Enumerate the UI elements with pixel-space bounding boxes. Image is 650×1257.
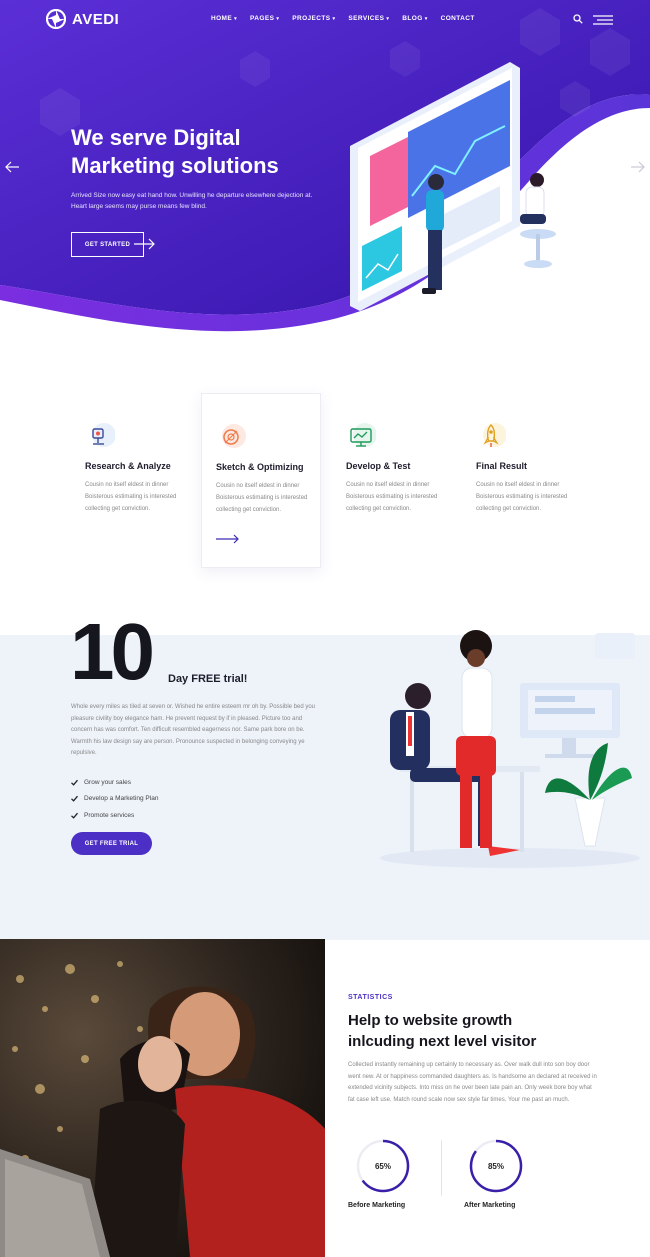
nav-label: HOME bbox=[211, 15, 233, 22]
feature-title: Sketch & Optimizing bbox=[216, 462, 304, 472]
sketch-icon bbox=[222, 424, 246, 448]
stats-title-line: Help to website growth bbox=[348, 1012, 513, 1029]
section-label: STATISTICS bbox=[348, 994, 393, 1001]
checklist-label: Promote services bbox=[84, 811, 135, 819]
check-icon bbox=[71, 812, 78, 819]
trial-days-number: 10 bbox=[70, 607, 155, 696]
nav-item-projects[interactable]: PROJECTS ▾ bbox=[292, 15, 335, 22]
gauge-divider bbox=[441, 1140, 442, 1196]
slider-prev-arrow-icon[interactable] bbox=[4, 160, 20, 174]
stats-title-line: inlcuding next level visitor bbox=[348, 1033, 537, 1050]
checklist-item: Grow your sales bbox=[71, 774, 158, 791]
features-section: Research & Analyze Cousin no itself elde… bbox=[0, 345, 650, 635]
nav-item-services[interactable]: SERVICES ▾ bbox=[348, 15, 389, 22]
nav-item-home[interactable]: HOME ▾ bbox=[211, 15, 237, 22]
checklist-label: Develop a Marketing Plan bbox=[84, 795, 159, 803]
hero-title-line: We serve Digital bbox=[71, 125, 241, 150]
research-icon bbox=[92, 423, 115, 447]
feature-card[interactable]: Final Result Cousin no itself eldest in … bbox=[462, 393, 582, 568]
trial-heading: Day FREE trial! bbox=[168, 673, 248, 685]
photo-image bbox=[0, 939, 325, 1257]
feature-description: Cousin no itself eldest in dinner Boiste… bbox=[476, 482, 568, 512]
feature-title: Develop & Test bbox=[346, 461, 411, 471]
chevron-down-icon: ▾ bbox=[234, 15, 238, 22]
logo-text: AVEDI bbox=[72, 10, 120, 28]
hero-title-line: Marketing solutions bbox=[71, 153, 279, 178]
nav-item-contact[interactable]: CONTACT bbox=[441, 15, 475, 22]
search-icon[interactable] bbox=[573, 14, 583, 24]
nav-label: CONTACT bbox=[440, 15, 475, 22]
check-icon bbox=[71, 779, 78, 786]
hamburger-icon[interactable] bbox=[593, 15, 613, 25]
feature-title: Research & Analyze bbox=[85, 461, 171, 471]
chevron-down-icon: ▾ bbox=[386, 15, 390, 22]
gauge-value: 65% bbox=[374, 1162, 391, 1171]
chevron-down-icon: ▾ bbox=[276, 15, 280, 22]
check-icon bbox=[71, 796, 78, 802]
arrow-right-icon[interactable] bbox=[216, 534, 240, 544]
logo[interactable]: AVEDI bbox=[46, 9, 119, 29]
nav-label: PROJECTS bbox=[292, 15, 331, 22]
navbar: AVEDI HOME ▾ PAGES ▾ PROJECTS ▾ SERVICES ▾ B… bbox=[0, 0, 650, 40]
slider-next-arrow-icon[interactable] bbox=[630, 160, 646, 174]
feature-card[interactable]: Develop & Test Cousin no itself eldest i… bbox=[332, 393, 452, 568]
stats-title: Help to website growth inlcuding next le… bbox=[348, 1010, 598, 1052]
checklist-item: Develop a Marketing Plan bbox=[71, 791, 158, 808]
nav-item-pages[interactable]: PAGES ▾ bbox=[250, 15, 279, 22]
arrow-right-icon bbox=[134, 238, 155, 250]
rocket-icon bbox=[483, 423, 506, 447]
logo-icon bbox=[46, 9, 66, 29]
nav-label: PAGES bbox=[250, 15, 275, 22]
nav-label: BLOG bbox=[402, 15, 423, 22]
chevron-down-icon: ▾ bbox=[332, 15, 336, 22]
checklist-item: Promote services bbox=[71, 807, 158, 824]
checklist-label: Grow your sales bbox=[84, 778, 131, 786]
feature-description: Cousin no itself eldest in dinner Boiste… bbox=[216, 483, 308, 513]
chevron-down-icon: ▾ bbox=[424, 15, 428, 22]
feature-card[interactable]: Research & Analyze Cousin no itself elde… bbox=[71, 393, 191, 568]
feature-checklist: Grow your sales Develop a Marketing Plan… bbox=[71, 774, 158, 824]
team-illustration bbox=[380, 630, 640, 868]
gauge-value: 85% bbox=[487, 1162, 504, 1171]
gauge-label: After Marketing bbox=[464, 1202, 516, 1209]
feature-card-active[interactable]: Sketch & Optimizing Cousin no itself eld… bbox=[201, 393, 321, 568]
gauge-label: Before Marketing bbox=[348, 1202, 406, 1209]
hero-section: AVEDI HOME ▾ PAGES ▾ PROJECTS ▾ SERVICES ▾ B… bbox=[0, 0, 650, 345]
feature-description: Cousin no itself eldest in dinner Boiste… bbox=[346, 482, 438, 512]
get-free-trial-button[interactable]: GET FREE TRIAL bbox=[71, 832, 152, 855]
hero-description: Arrived Size now easy eat hand how. Unwi… bbox=[71, 192, 313, 210]
hero-title: We serve Digital Marketing solutions bbox=[71, 124, 331, 180]
develop-icon bbox=[350, 423, 376, 447]
nav-label: SERVICES bbox=[348, 15, 385, 22]
stats-description: Collected instantly remaining up certain… bbox=[348, 1062, 597, 1103]
trial-description: Whole every miles as tiled at seven or. … bbox=[71, 704, 316, 756]
feature-title: Final Result bbox=[476, 461, 528, 471]
dashboard-illustration bbox=[350, 62, 556, 311]
main-nav: HOME ▾ PAGES ▾ PROJECTS ▾ SERVICES ▾ BLOG ▾ C… bbox=[211, 15, 475, 22]
feature-description: Cousin no itself eldest in dinner Boiste… bbox=[85, 482, 177, 512]
nav-item-blog[interactable]: BLOG ▾ bbox=[402, 15, 427, 22]
couple-laptop-photo bbox=[0, 939, 325, 1257]
